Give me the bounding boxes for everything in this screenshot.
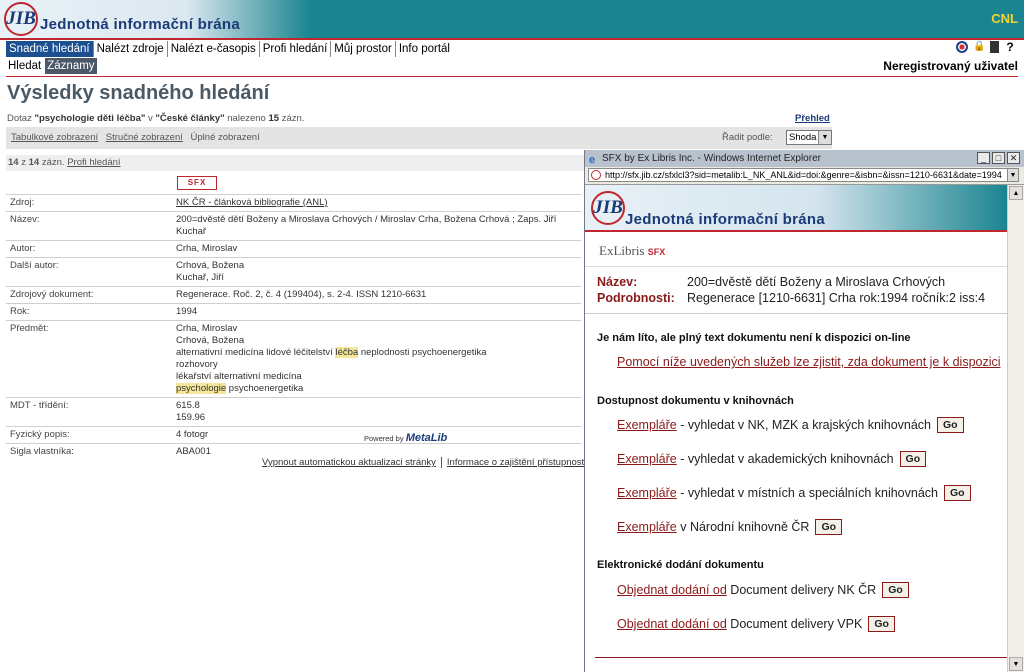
popup-details-field: Podrobnosti: Regenerace [1210-6631] Crha … bbox=[597, 291, 986, 305]
sfx-button[interactable]: SFX bbox=[177, 176, 217, 190]
nav-easy-search[interactable]: Snadné hledání bbox=[6, 41, 94, 57]
top-icons: 🔒 ? bbox=[956, 41, 1016, 53]
divider bbox=[585, 313, 1007, 314]
address-dropdown-icon[interactable]: ▼ bbox=[1007, 168, 1019, 182]
go-button[interactable]: Go bbox=[868, 616, 895, 632]
view-brief[interactable]: Stručné zobrazení bbox=[106, 132, 183, 143]
top-banner: JIB Jednotná informační brána CNL bbox=[0, 0, 1024, 38]
portal-logo[interactable]: JIB Jednotná informační brána bbox=[0, 0, 310, 38]
nav-pro-search[interactable]: Profi hledání bbox=[260, 41, 332, 57]
language-flag-icon[interactable] bbox=[956, 41, 968, 53]
footer-links: Vypnout automatickou aktualizaci stránky… bbox=[262, 457, 586, 468]
edelivery-heading: Elektronické dodání dokumentu bbox=[597, 559, 764, 571]
service-item: Exempláře - vyhledat v místních a speciá… bbox=[617, 485, 971, 501]
table-row: Fyzický popis: 4 fotogr bbox=[6, 426, 581, 444]
lock-icon[interactable]: 🔒 bbox=[973, 41, 985, 53]
table-row: Předmět: Crha, Miroslav Crhová, Božena a… bbox=[6, 320, 581, 398]
main-nav: Snadné hledání Nalézt zdroje Nalézt e-ča… bbox=[6, 41, 453, 57]
disable-refresh-link[interactable]: Vypnout automatickou aktualizaci stránky bbox=[262, 457, 436, 468]
powered-by-metalib: Powered by MetaLib bbox=[364, 432, 448, 444]
banner-divider bbox=[0, 38, 1024, 40]
jib-logo-mark: JIB bbox=[4, 2, 38, 36]
accessibility-link[interactable]: Informace o zajištění přístupnosti bbox=[447, 457, 586, 468]
go-button[interactable]: Go bbox=[899, 451, 927, 467]
table-row: MDT - třídění: 615.8 159.96 bbox=[6, 397, 581, 427]
view-toolbar: Tabulkové zobrazení Stručné zobrazení Úp… bbox=[6, 127, 832, 149]
nav-find-resources[interactable]: Nalézt zdroje bbox=[94, 41, 168, 57]
sfx-site-icon bbox=[591, 170, 601, 180]
go-button[interactable]: Go bbox=[815, 519, 843, 535]
table-row: Zdrojový dokument: Regenerace. Roč. 2, č.… bbox=[6, 286, 581, 304]
go-button[interactable]: Go bbox=[944, 485, 971, 501]
jib-logo-text: Jednotná informační brána bbox=[40, 16, 241, 33]
chevron-down-icon[interactable]: ▼ bbox=[818, 131, 831, 144]
header-divider bbox=[6, 76, 1018, 77]
view-full: Úplné zobrazení bbox=[190, 132, 260, 143]
source-link[interactable]: NK ČR - článková bibliografie (ANL) bbox=[176, 197, 328, 208]
page-title: Výsledky snadného hledání bbox=[7, 82, 270, 104]
exit-door-icon[interactable] bbox=[990, 41, 999, 53]
service-item: Exempláře - vyhledat v NK, MZK a krajský… bbox=[617, 417, 964, 433]
address-bar: http://sfx.jib.cz/sfxlcl3?sid=metalib:L_… bbox=[585, 167, 1024, 185]
record-table: Zdroj: NK ČR - článková bibliografie (ANL… bbox=[6, 194, 581, 460]
scroll-down-icon[interactable]: ▼ bbox=[1009, 657, 1023, 671]
popup-content: JIB Jednotná informační brána ExLibris S… bbox=[585, 185, 1007, 672]
url-field[interactable]: http://sfx.jib.cz/sfxlcl3?sid=metalib:L_… bbox=[588, 168, 1008, 182]
nav-find-ejournal[interactable]: Nalézt e-časopis bbox=[168, 41, 260, 57]
service-item: Exempláře v Národní knihovně ČR Go bbox=[617, 519, 843, 535]
popup-divider bbox=[585, 230, 1007, 232]
table-row: Rok: 1994 bbox=[6, 303, 581, 321]
table-row: Název: 200=dvěstě dětí Boženy a Miroslava… bbox=[6, 211, 581, 241]
popup-bottom-divider bbox=[595, 657, 1007, 658]
go-button[interactable]: Go bbox=[937, 417, 964, 433]
jib-logo-mark: JIB bbox=[591, 191, 625, 225]
check-services-link[interactable]: Pomocí níže uvedených služeb lze zjistit… bbox=[617, 355, 1001, 369]
library-availability-heading: Dostupnost dokumentu v knihovnách bbox=[597, 395, 794, 407]
service-item: Exempláře - vyhledat v akademických knih… bbox=[617, 451, 927, 467]
minimize-button[interactable]: _ bbox=[977, 152, 990, 164]
jib-logo-text: Jednotná informační brána bbox=[625, 211, 826, 228]
sfx-popup-window: e SFX by Ex Libris Inc. - Windows Interne… bbox=[584, 150, 1024, 672]
ie-icon: e bbox=[589, 154, 596, 166]
nav-my-space[interactable]: Můj prostor bbox=[331, 41, 396, 57]
pro-search-link[interactable]: Profi hledání bbox=[67, 157, 120, 168]
scroll-up-icon[interactable]: ▲ bbox=[1009, 186, 1023, 200]
metalib-logo: MetaLib bbox=[405, 432, 448, 444]
subnav-search[interactable]: Hledat bbox=[6, 58, 43, 74]
not-available-heading: Je nám líto, ale plný text dokumentu nen… bbox=[597, 332, 911, 344]
popup-banner: JIB Jednotná informační brána bbox=[585, 185, 1007, 230]
popup-scrollbar[interactable]: ▲ ▼ bbox=[1007, 185, 1024, 672]
close-button[interactable]: ✕ bbox=[1007, 152, 1020, 164]
popup-titlebar[interactable]: e SFX by Ex Libris Inc. - Windows Interne… bbox=[585, 150, 1024, 167]
divider bbox=[585, 266, 1007, 267]
user-status: Neregistrovaný uživatel bbox=[883, 59, 1018, 73]
delivery-item: Objednat dodání od Document delivery VPK… bbox=[617, 616, 895, 632]
table-row: Další autor: Crhová, Božena Kuchař, Jiří bbox=[6, 257, 581, 287]
sort-label: Řadit podle: bbox=[722, 132, 773, 143]
maximize-button[interactable]: □ bbox=[992, 152, 1005, 164]
sub-nav: Hledat Záznamy bbox=[6, 58, 99, 74]
subnav-records[interactable]: Záznamy bbox=[45, 58, 97, 74]
record-counter: 14 z 14 zázn. Profi hledání bbox=[6, 155, 586, 171]
exlibris-logo: ExLibris SFX bbox=[599, 243, 666, 258]
delivery-item: Objednat dodání od Document delivery NK … bbox=[617, 582, 909, 598]
query-summary: Dotaz "psychologie děti léčba" v "České … bbox=[7, 113, 305, 124]
help-icon[interactable]: ? bbox=[1004, 41, 1016, 53]
sort-select[interactable]: Shoda ▼ bbox=[786, 130, 832, 145]
nav-info-portal[interactable]: Info portál bbox=[396, 41, 453, 57]
popup-title-field: Název: 200=dvěstě dětí Boženy a Miroslava… bbox=[597, 275, 946, 289]
org-label: CNL bbox=[991, 11, 1018, 26]
overview-link[interactable]: Přehled bbox=[795, 113, 830, 124]
table-row: Autor: Crha, Miroslav bbox=[6, 240, 581, 258]
view-table[interactable]: Tabulkové zobrazení bbox=[11, 132, 98, 143]
table-row: Zdroj: NK ČR - článková bibliografie (ANL… bbox=[6, 194, 581, 212]
go-button[interactable]: Go bbox=[882, 582, 909, 598]
